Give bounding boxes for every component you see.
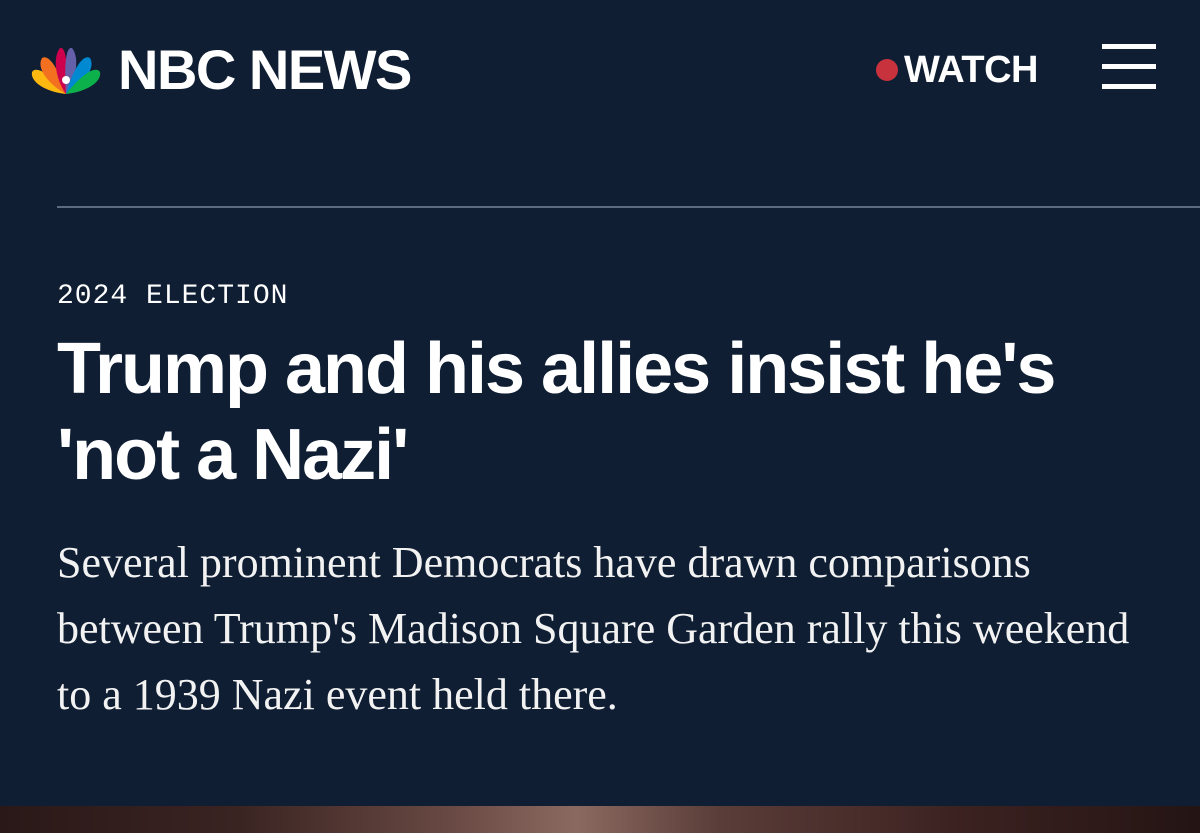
- article-dek: Several prominent Democrats have drawn c…: [57, 538, 1130, 719]
- section-eyebrow-link[interactable]: 2024 ELECTION: [57, 280, 288, 314]
- hamburger-menu-icon[interactable]: [1102, 44, 1156, 90]
- lead-photo: [0, 806, 1200, 833]
- article-headline: Trump and his allies insist he's 'not a …: [57, 329, 1056, 495]
- watch-label: WATCH: [904, 49, 1039, 91]
- nbc-peacock-icon: [31, 47, 101, 94]
- live-dot-icon: [876, 59, 898, 81]
- site-header: NBC NEWS WATCH: [0, 0, 1200, 140]
- menu-bar: [1102, 84, 1156, 89]
- menu-bar: [1102, 64, 1156, 69]
- menu-bar: [1102, 44, 1156, 49]
- nbc-news-logo[interactable]: NBC NEWS: [28, 38, 412, 101]
- watch-live-button[interactable]: WATCH: [876, 48, 1039, 92]
- brand-wordmark: NBC NEWS: [118, 38, 412, 101]
- header-divider: [57, 206, 1200, 208]
